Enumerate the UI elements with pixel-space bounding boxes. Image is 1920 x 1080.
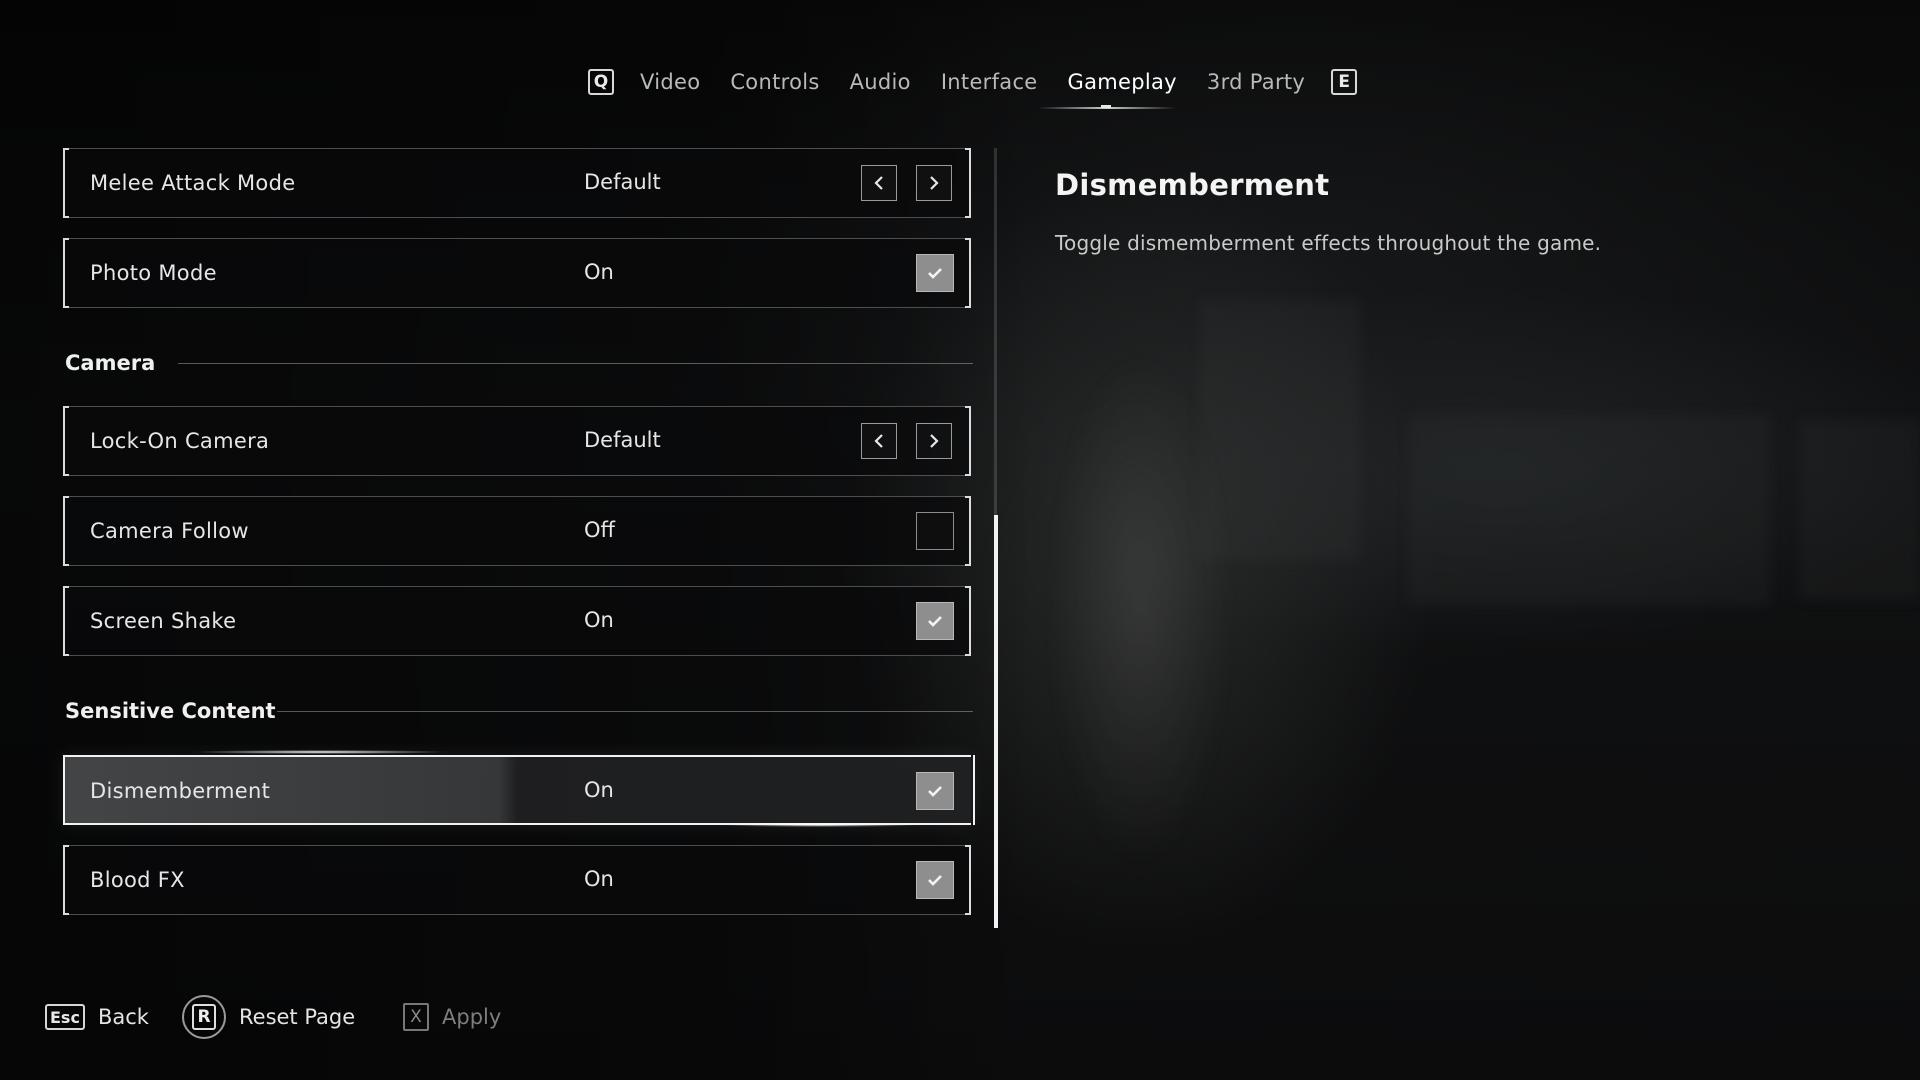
- background-window: [1800, 420, 1920, 600]
- settings-screen: Q Video Controls Audio Interface Gamepla…: [0, 0, 1920, 1080]
- setting-label: Camera Follow: [90, 519, 249, 543]
- section-sensitive-content: Sensitive Content: [65, 696, 973, 726]
- setting-value: On: [584, 867, 614, 891]
- setting-row-blood-fx[interactable]: Blood FX On: [63, 845, 971, 915]
- setting-row-photo-mode[interactable]: Photo Mode On: [63, 238, 971, 308]
- setting-label: Photo Mode: [90, 261, 217, 285]
- check-icon: [928, 268, 942, 279]
- setting-value: On: [584, 260, 614, 284]
- setting-row-dismemberment[interactable]: Dismemberment On: [63, 755, 975, 825]
- background-window: [1410, 415, 1770, 605]
- background-character: [1020, 250, 1260, 970]
- setting-row-screen-shake[interactable]: Screen Shake On: [63, 586, 971, 656]
- chevron-left-icon[interactable]: [861, 423, 897, 459]
- setting-value: On: [584, 608, 614, 632]
- screen-shake-checkbox[interactable]: [916, 602, 954, 640]
- blood-fx-checkbox[interactable]: [916, 861, 954, 899]
- setting-value: On: [584, 778, 614, 802]
- section-divider: [277, 711, 973, 712]
- r-key-glyph: R: [192, 1004, 216, 1030]
- tab-gameplay[interactable]: Gameplay: [1053, 62, 1192, 102]
- back-label: Back: [97, 1005, 149, 1029]
- chevron-right-icon[interactable]: [916, 165, 952, 201]
- description-text: Toggle dismemberment effects throughout …: [1055, 231, 1602, 255]
- scrollbar-thumb[interactable]: [994, 515, 998, 928]
- setting-row-melee-attack-mode[interactable]: Melee Attack Mode Default: [63, 148, 971, 218]
- setting-value: Default: [584, 428, 661, 452]
- x-key-icon: X: [403, 1003, 429, 1031]
- section-divider: [178, 363, 973, 364]
- apply-label: Apply: [442, 1005, 502, 1029]
- active-tab-indicator: [1101, 105, 1111, 108]
- setting-label: Screen Shake: [90, 609, 237, 633]
- section-title: Sensitive Content: [65, 699, 276, 723]
- photo-mode-checkbox[interactable]: [916, 254, 954, 292]
- r-key-icon: R: [182, 995, 226, 1039]
- setting-value: Off: [584, 518, 615, 542]
- selection-glow: [720, 823, 920, 827]
- setting-row-lock-on-camera[interactable]: Lock-On Camera Default: [63, 406, 971, 476]
- setting-label: Melee Attack Mode: [90, 171, 296, 195]
- tab-video[interactable]: Video: [625, 62, 715, 102]
- section-title: Camera: [65, 351, 156, 375]
- chevron-right-icon[interactable]: [916, 423, 952, 459]
- apply-button[interactable]: X Apply: [403, 997, 501, 1037]
- setting-label: Blood FX: [90, 868, 185, 892]
- esc-key-icon: Esc: [45, 1004, 85, 1030]
- tab-audio[interactable]: Audio: [835, 62, 926, 102]
- back-button[interactable]: Esc Back: [45, 997, 149, 1037]
- camera-follow-checkbox[interactable]: [916, 512, 954, 550]
- selection-glow: [190, 750, 450, 754]
- reset-page-label: Reset Page: [239, 1005, 356, 1029]
- check-icon: [928, 875, 942, 886]
- description-title: Dismemberment: [1055, 168, 1330, 202]
- chevron-left-icon[interactable]: [861, 165, 897, 201]
- setting-label: Dismemberment: [90, 779, 271, 803]
- prev-tab-key-icon[interactable]: Q: [588, 69, 614, 95]
- tab-3rd-party[interactable]: 3rd Party: [1192, 62, 1320, 102]
- tab-interface[interactable]: Interface: [926, 62, 1053, 102]
- next-tab-key-icon[interactable]: E: [1331, 69, 1358, 95]
- setting-value: Default: [584, 170, 661, 194]
- reset-page-button[interactable]: R Reset Page: [182, 993, 355, 1041]
- check-icon: [928, 786, 942, 797]
- section-camera: Camera: [65, 348, 973, 378]
- tab-controls[interactable]: Controls: [715, 62, 834, 102]
- setting-row-camera-follow[interactable]: Camera Follow Off: [63, 496, 971, 566]
- dismemberment-checkbox[interactable]: [916, 772, 954, 810]
- check-icon: [928, 616, 942, 627]
- settings-tabs: Q Video Controls Audio Interface Gamepla…: [588, 62, 1358, 102]
- setting-label: Lock-On Camera: [90, 429, 270, 453]
